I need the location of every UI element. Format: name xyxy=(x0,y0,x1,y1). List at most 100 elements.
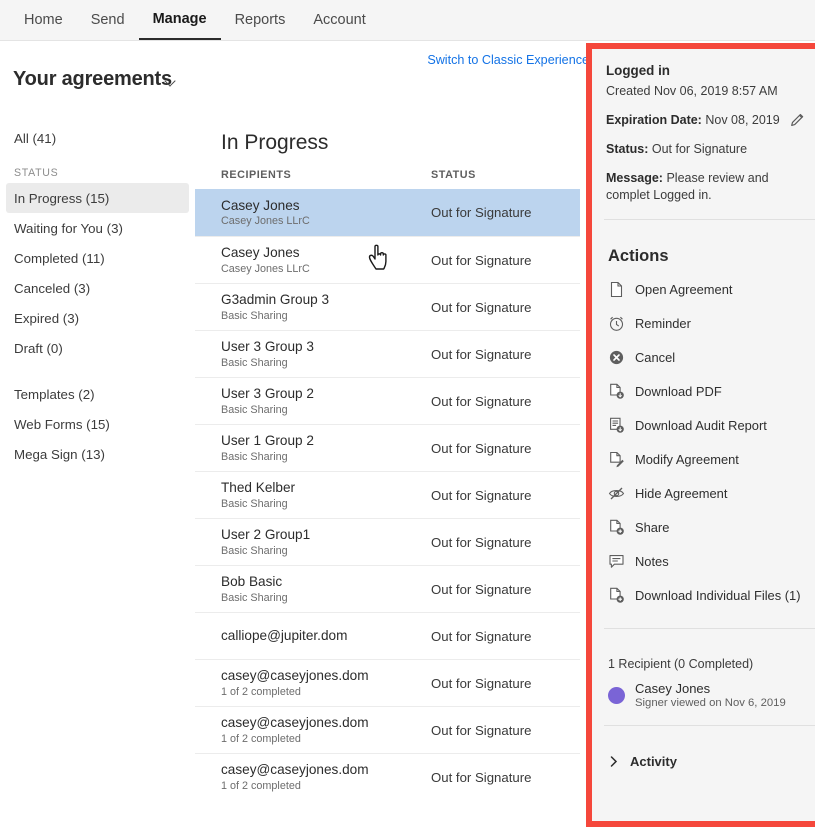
action-share[interactable]: Share xyxy=(606,510,814,544)
recipients-summary: 1 Recipient (0 Completed) xyxy=(606,643,814,681)
detail-expiration-label: Expiration Date: xyxy=(606,113,702,127)
switch-to-classic-link[interactable]: Switch to Classic Experience xyxy=(427,53,589,67)
sidebar-section-status: STATUS xyxy=(0,167,195,179)
sidebar-item-in-progress[interactable]: In Progress (15) xyxy=(6,183,189,213)
row-recipient-name: User 2 Group1 xyxy=(221,527,431,544)
row-recipient-cell: Thed KelberBasic Sharing xyxy=(221,480,431,510)
row-status: Out for Signature xyxy=(431,347,531,362)
row-recipient-name: casey@caseyjones.dom xyxy=(221,762,431,779)
table-row[interactable]: Bob BasicBasic SharingOut for Signature xyxy=(195,565,580,612)
nav-item-reports[interactable]: Reports xyxy=(221,0,300,40)
table-row[interactable]: calliope@jupiter.domOut for Signature xyxy=(195,612,580,659)
detail-message-label: Message: xyxy=(606,171,663,185)
table-row[interactable]: casey@caseyjones.dom1 of 2 completedOut … xyxy=(195,659,580,706)
table-row[interactable]: casey@caseyjones.dom1 of 2 completedOut … xyxy=(195,706,580,753)
row-recipient-sub: Basic Sharing xyxy=(221,310,431,322)
sidebar-item-draft[interactable]: Draft (0) xyxy=(6,333,189,363)
row-status: Out for Signature xyxy=(431,676,531,691)
row-recipient-cell: G3admin Group 3Basic Sharing xyxy=(221,292,431,322)
action-download-audit-report[interactable]: Download Audit Report xyxy=(606,408,814,442)
action-label: Share xyxy=(635,520,669,535)
edit-pencil-icon[interactable] xyxy=(791,112,805,126)
nav-item-home[interactable]: Home xyxy=(10,0,77,40)
page-scrollbar-track[interactable] xyxy=(815,0,830,827)
activity-expander[interactable]: Activity xyxy=(606,740,814,769)
detail-created: Created Nov 06, 2019 8:57 AM xyxy=(606,83,814,100)
detail-status: Status: Out for Signature xyxy=(606,141,814,158)
detail-status-label: Status: xyxy=(606,142,648,156)
sidebar-item-label: Canceled (3) xyxy=(14,281,90,296)
sidebar-item-completed[interactable]: Completed (11) xyxy=(6,243,189,273)
row-recipient-sub: Basic Sharing xyxy=(221,451,431,463)
action-reminder[interactable]: Reminder xyxy=(606,306,814,340)
sidebar-item-label: Waiting for You (3) xyxy=(14,221,123,236)
table-row[interactable]: User 3 Group 2Basic SharingOut for Signa… xyxy=(195,377,580,424)
detail-summary-section: Logged in Created Nov 06, 2019 8:57 AM E… xyxy=(604,49,824,220)
action-label: Open Agreement xyxy=(635,282,732,297)
action-hide-agreement[interactable]: Hide Agreement xyxy=(606,476,814,510)
sidebar-item-templates[interactable]: Templates (2) xyxy=(6,379,189,409)
sidebar-item-label: Expired (3) xyxy=(14,311,79,326)
row-recipient-sub: 1 of 2 completed xyxy=(221,733,431,745)
sidebar-item-expired[interactable]: Expired (3) xyxy=(6,303,189,333)
sidebar-item-all[interactable]: All (41) xyxy=(6,123,189,153)
chevron-down-icon[interactable] xyxy=(166,76,177,87)
detail-panel-highlight-box: Logged in Created Nov 06, 2019 8:57 AM E… xyxy=(586,43,830,827)
row-recipient-name: casey@caseyjones.dom xyxy=(221,668,431,685)
action-cancel[interactable]: Cancel xyxy=(606,340,814,374)
row-recipient-sub: Casey Jones LLrC xyxy=(221,263,431,275)
document-icon xyxy=(608,281,625,298)
row-recipient-name: Thed Kelber xyxy=(221,480,431,497)
nav-item-account[interactable]: Account xyxy=(299,0,379,40)
table-row[interactable]: Casey JonesCasey Jones LLrCOut for Signa… xyxy=(195,236,580,283)
table-row[interactable]: G3admin Group 3Basic SharingOut for Sign… xyxy=(195,283,580,330)
detail-actions-section: Actions Open Agreement Reminder xyxy=(604,220,824,629)
detail-status-value: Out for Signature xyxy=(652,142,747,156)
row-recipient-cell: Casey JonesCasey Jones LLrC xyxy=(221,245,431,275)
detail-message: Message: Please review and complet Logge… xyxy=(606,170,814,204)
sidebar-item-web-forms[interactable]: Web Forms (15) xyxy=(6,409,189,439)
agreement-list-panel: In Progress RECIPIENTS STATUS Casey Jone… xyxy=(195,115,580,827)
row-recipient-cell: casey@caseyjones.dom1 of 2 completed xyxy=(221,715,431,745)
recipient-row[interactable]: Casey Jones Signer viewed on Nov 6, 2019 xyxy=(606,681,814,709)
row-recipient-cell: Bob BasicBasic Sharing xyxy=(221,574,431,604)
list-title: In Progress xyxy=(195,115,580,169)
row-recipient-name: User 1 Group 2 xyxy=(221,433,431,450)
row-recipient-sub: Basic Sharing xyxy=(221,404,431,416)
table-row[interactable]: Casey JonesCasey Jones LLrCOut for Signa… xyxy=(195,189,580,236)
sidebar-item-waiting-for-you[interactable]: Waiting for You (3) xyxy=(6,213,189,243)
audit-report-icon xyxy=(608,417,625,434)
action-label: Download PDF xyxy=(635,384,722,399)
table-row[interactable]: User 1 Group 2Basic SharingOut for Signa… xyxy=(195,424,580,471)
list-header-row: RECIPIENTS STATUS xyxy=(195,169,580,189)
table-row[interactable]: Thed KelberBasic SharingOut for Signatur… xyxy=(195,471,580,518)
row-recipient-sub: Casey Jones LLrC xyxy=(221,215,431,227)
action-download-individual-files[interactable]: Download Individual Files (1) xyxy=(606,578,814,612)
row-status: Out for Signature xyxy=(431,488,531,503)
action-notes[interactable]: Notes xyxy=(606,544,814,578)
cancel-circle-icon xyxy=(608,349,625,366)
row-recipient-sub: Basic Sharing xyxy=(221,357,431,369)
download-pdf-icon xyxy=(608,383,625,400)
action-modify-agreement[interactable]: Modify Agreement xyxy=(606,442,814,476)
actions-heading: Actions xyxy=(606,234,814,272)
row-status: Out for Signature xyxy=(431,582,531,597)
row-status: Out for Signature xyxy=(431,394,531,409)
table-row[interactable]: casey@caseyjones.dom1 of 2 completedOut … xyxy=(195,753,580,800)
action-label: Reminder xyxy=(635,316,691,331)
row-status: Out for Signature xyxy=(431,770,531,785)
row-recipient-cell: User 1 Group 2Basic Sharing xyxy=(221,433,431,463)
table-row[interactable]: User 2 Group1Basic SharingOut for Signat… xyxy=(195,518,580,565)
nav-item-manage[interactable]: Manage xyxy=(139,0,221,40)
row-recipient-cell: User 3 Group 3Basic Sharing xyxy=(221,339,431,369)
sidebar-item-mega-sign[interactable]: Mega Sign (13) xyxy=(6,439,189,469)
row-recipient-name: User 3 Group 3 xyxy=(221,339,431,356)
nav-item-send[interactable]: Send xyxy=(77,0,139,40)
action-label: Notes xyxy=(635,554,669,569)
table-row[interactable]: User 3 Group 3Basic SharingOut for Signa… xyxy=(195,330,580,377)
sidebar-item-canceled[interactable]: Canceled (3) xyxy=(6,273,189,303)
sidebar-item-label: All (41) xyxy=(14,131,56,146)
action-open-agreement[interactable]: Open Agreement xyxy=(606,272,814,306)
row-recipient-name: Bob Basic xyxy=(221,574,431,591)
action-download-pdf[interactable]: Download PDF xyxy=(606,374,814,408)
